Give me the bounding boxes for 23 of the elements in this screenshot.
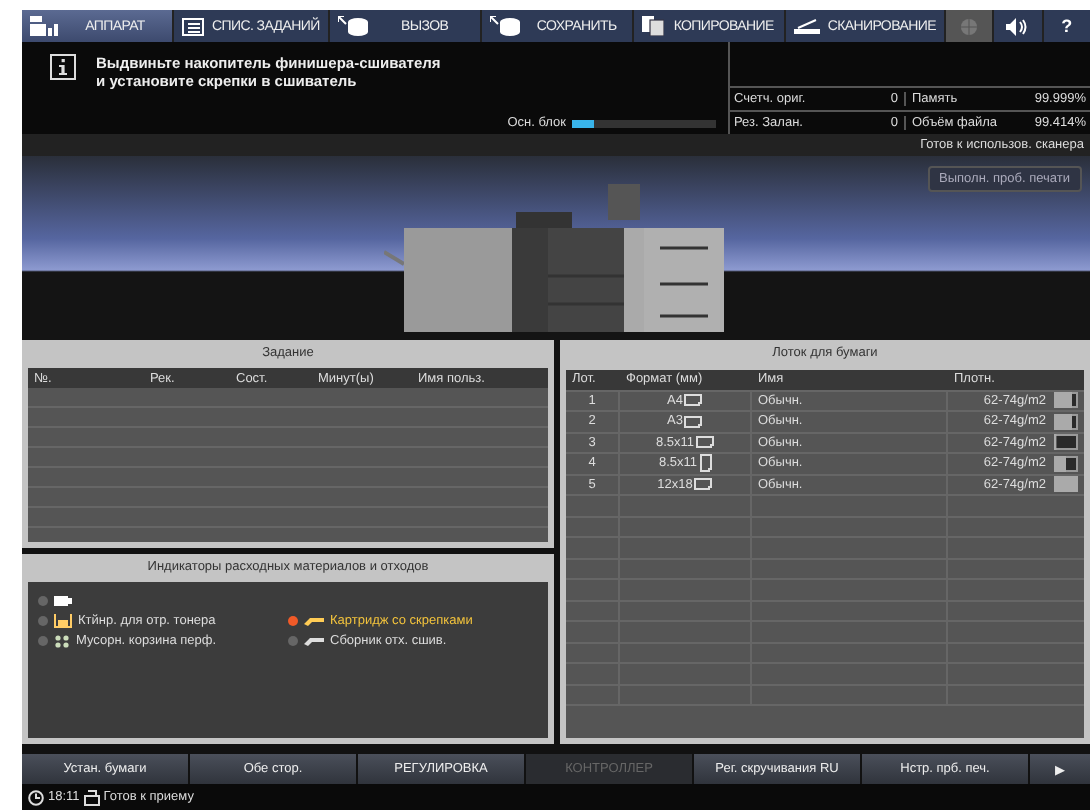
paper-level-icon <box>1054 413 1078 430</box>
info-icon <box>50 54 76 80</box>
list-icon <box>182 17 204 35</box>
cartridge-icon <box>54 596 72 606</box>
scanner-icon <box>793 18 820 34</box>
database-icon <box>337 16 370 36</box>
clock-icon <box>28 789 44 805</box>
printer-icon <box>83 789 100 805</box>
punch-waste-icon <box>54 634 70 648</box>
paper-level-icon <box>1054 476 1078 493</box>
portrait-paper-icon <box>699 454 712 473</box>
machine-icon <box>30 16 58 36</box>
toner-box-icon <box>54 614 72 628</box>
database-icon <box>489 16 522 36</box>
landscape-paper-icon <box>694 478 713 491</box>
globe-icon <box>960 17 979 35</box>
paper-level-icon <box>1054 392 1078 409</box>
paper-level-icon <box>1054 434 1078 451</box>
speaker-icon <box>1006 17 1029 35</box>
paper-level-icon <box>1054 455 1078 472</box>
copy-icon <box>641 16 664 36</box>
nav-icon-button[interactable]: ? <box>1043 10 1090 42</box>
nav-icon-button[interactable] <box>994 10 1042 42</box>
